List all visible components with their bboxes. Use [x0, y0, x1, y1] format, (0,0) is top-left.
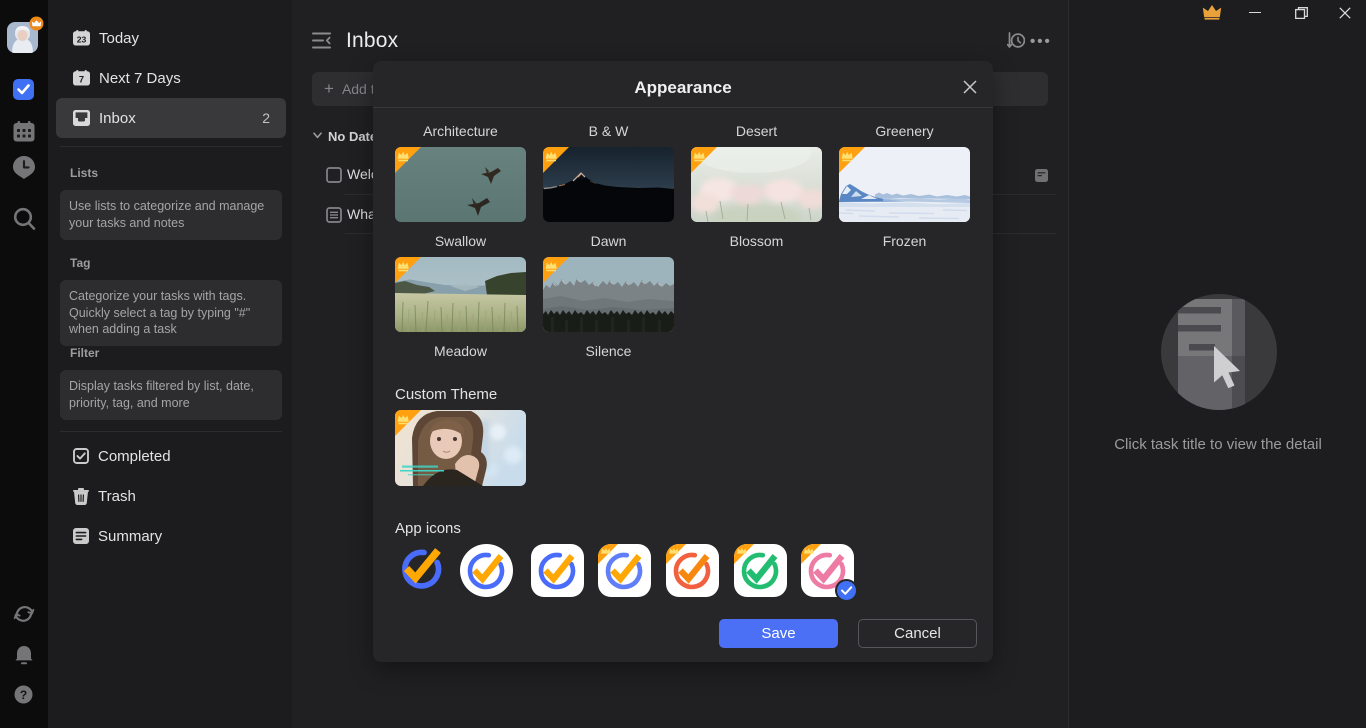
- svg-text:?: ?: [20, 688, 27, 702]
- svg-text:7: 7: [79, 74, 84, 85]
- svg-text:23: 23: [77, 34, 87, 44]
